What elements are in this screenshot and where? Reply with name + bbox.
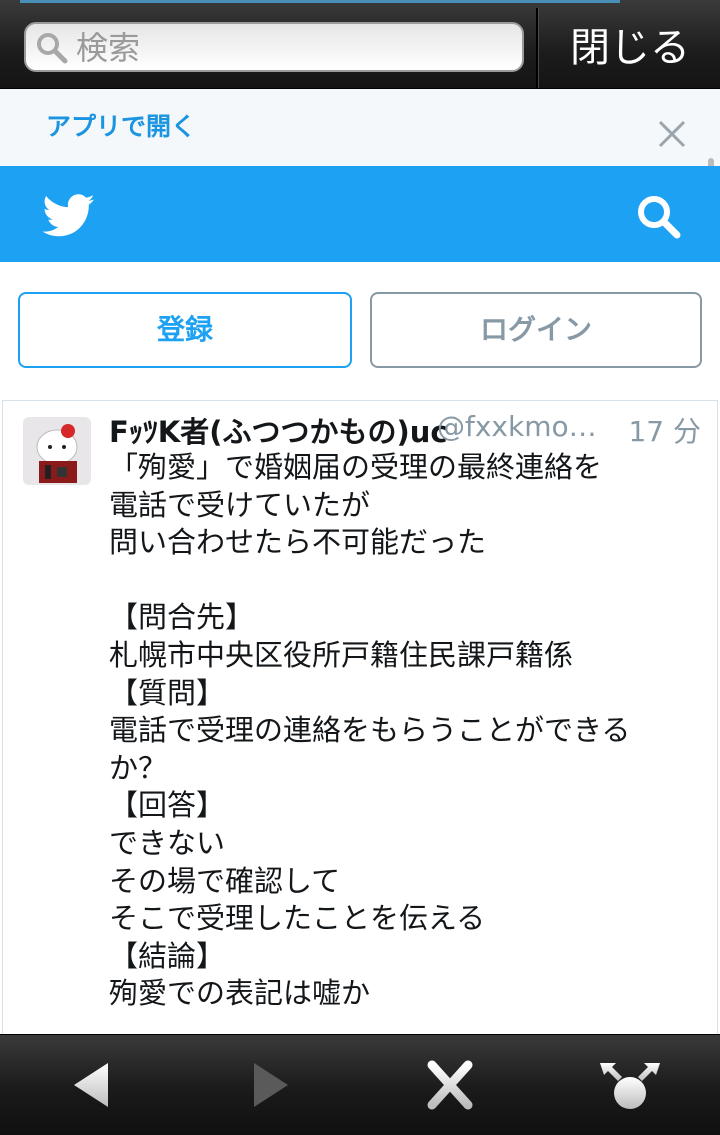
login-button[interactable]: ログイン	[370, 292, 702, 368]
signup-button[interactable]: 登録	[18, 292, 352, 368]
tweet-header: FｯﾂK者(ふつつかもの)uc @fxxkmon… 17 分	[109, 409, 709, 449]
app-banner: アプリで開く	[0, 89, 720, 166]
tweet-line: 札幌市中央区役所戸籍住民課戸籍係	[109, 637, 574, 672]
browser-bottom-bar	[0, 1034, 720, 1135]
author-name[interactable]: FｯﾂK者(ふつつかもの)uc	[109, 409, 448, 451]
open-in-app-link[interactable]: アプリで開く	[46, 107, 196, 143]
close-tab-icon[interactable]	[426, 1059, 474, 1115]
tweet-line: 殉愛での表記は嘘か	[109, 976, 371, 1011]
tweet-time[interactable]: 17 分	[628, 410, 701, 450]
tweet-line: 【回答】	[109, 788, 226, 823]
tweet-line: 「殉愛」で婚姻届の受理の最終連絡を	[109, 450, 603, 484]
search-field[interactable]	[24, 22, 524, 72]
loading-indicator	[20, 0, 620, 3]
search-icon	[36, 32, 68, 68]
tweet-card[interactable]: FｯﾂK者(ふつつかもの)uc @fxxkmon… 17 分 「殉愛」で婚姻届の…	[2, 400, 718, 1040]
tweet-line: か？	[109, 750, 168, 785]
forward-arrow-icon[interactable]	[248, 1059, 292, 1115]
twitter-bird-icon[interactable]	[42, 194, 96, 242]
tweet-line: 【質問】	[109, 675, 226, 710]
tweet-text: 「殉愛」で婚姻届の受理の最終連絡を 電話で受けていたが 問い合わせたら不可能だっ…	[109, 449, 689, 1013]
tweet-line: 【結論】	[109, 938, 226, 973]
tweet-line: 電話で受けていたが	[109, 487, 371, 522]
tweet-line: その場で確認して	[109, 863, 341, 898]
browser-toolbar: 閉じる	[0, 0, 720, 89]
tweet-line	[109, 562, 689, 600]
twitter-header	[0, 166, 720, 262]
share-icon[interactable]	[598, 1059, 662, 1119]
tweet-line: 【問合先】	[109, 600, 255, 635]
search-input[interactable]	[74, 28, 508, 68]
close-browser-button[interactable]: 閉じる	[536, 8, 720, 88]
search-icon[interactable]	[636, 194, 682, 244]
back-arrow-icon[interactable]	[70, 1059, 114, 1115]
tweet-line: 電話で受理の連絡をもらうことができる	[109, 713, 631, 748]
avatar[interactable]	[23, 417, 91, 485]
author-handle[interactable]: @fxxkmon…	[437, 410, 603, 443]
tweet-line: できない	[109, 825, 226, 860]
tweet-line: そこで受理したことを伝える	[109, 901, 486, 936]
tweet-line: 問い合わせたら不可能だった	[109, 525, 487, 560]
close-icon[interactable]	[656, 118, 688, 154]
